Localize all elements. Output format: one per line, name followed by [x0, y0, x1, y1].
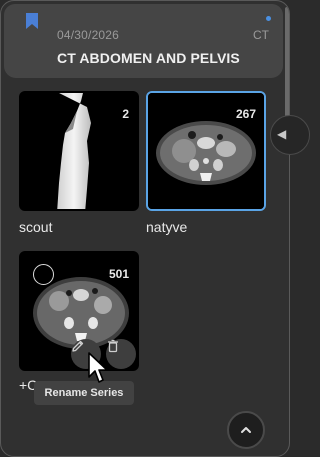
series-thumbnail-scout[interactable]: 2: [19, 91, 139, 211]
study-date: 04/30/2026: [57, 28, 120, 42]
collapse-panel-button[interactable]: ◀: [270, 115, 310, 155]
series-label: natyve: [146, 219, 188, 235]
study-title: CT ABDOMEN AND PELVIS: [57, 50, 240, 66]
scrollbar[interactable]: [283, 1, 289, 456]
instance-count: 501: [108, 267, 129, 281]
rename-series-tooltip: Rename Series: [34, 381, 134, 405]
delete-series-button[interactable]: [106, 339, 136, 369]
study-modality: CT: [253, 28, 269, 42]
select-series-checkbox[interactable]: [33, 264, 54, 285]
chevron-up-icon: [241, 427, 251, 433]
series-label: scout: [19, 219, 53, 235]
instance-count: 267: [235, 107, 256, 121]
instance-count: 2: [122, 107, 129, 121]
bookmark-icon[interactable]: [25, 12, 39, 30]
study-header[interactable]: 04/30/2026 CT CT ABDOMEN AND PELVIS: [4, 4, 283, 78]
status-dot: [266, 16, 271, 21]
mouse-cursor-icon: [88, 352, 108, 383]
series-thumbnail-contrast[interactable]: 501: [19, 251, 139, 371]
pencil-icon: [72, 340, 84, 352]
series-thumbnail-natyve[interactable]: 267: [146, 91, 266, 211]
chevron-left-icon: ◀: [277, 127, 287, 141]
scroll-to-top-button[interactable]: [227, 411, 265, 449]
scout-image: [21, 93, 137, 209]
scrollbar-thumb[interactable]: [285, 7, 289, 117]
study-browser-panel: 04/30/2026 CT CT ABDOMEN AND PELVIS 2 sc…: [0, 0, 290, 457]
